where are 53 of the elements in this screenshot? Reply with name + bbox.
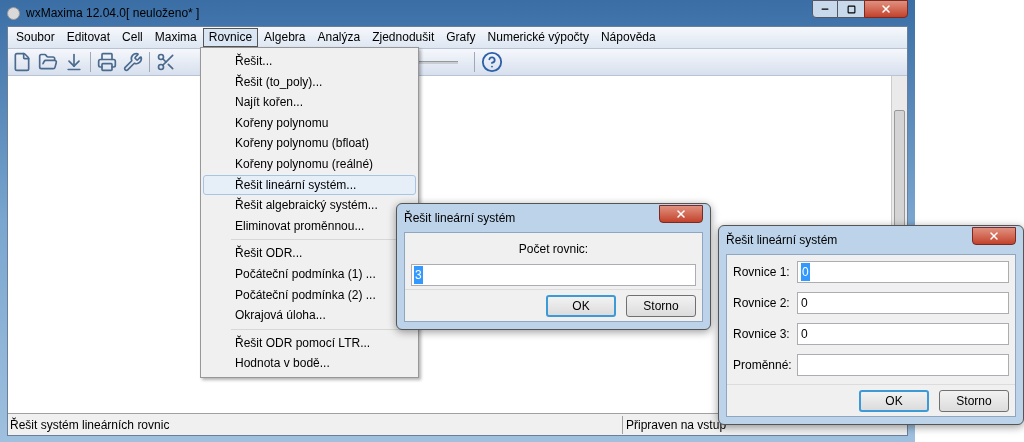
menu-item[interactable]: Kořeny polynomu (bfloat) [203, 133, 416, 154]
app-icon [7, 6, 20, 20]
folder-icon[interactable] [38, 52, 58, 72]
menu-item[interactable]: Řešit (to_poly)... [203, 71, 416, 93]
scissors-icon[interactable] [156, 52, 176, 72]
download-icon[interactable] [64, 52, 84, 72]
menu-item[interactable]: Řešit lineární systém... [203, 174, 416, 196]
dialog-button[interactable]: Storno [939, 389, 1009, 412]
close-icon [880, 3, 892, 15]
window-title: wxMaxima 12.04.0[ neuloženo* ] [26, 5, 200, 22]
help-icon[interactable] [481, 51, 503, 73]
field-label: Proměnné: [733, 357, 793, 374]
field-label: Rovnice 2: [733, 295, 791, 312]
close-icon [988, 230, 1000, 242]
menu-item[interactable]: Řešit... [203, 51, 416, 72]
menu-item[interactable]: Numerické výpočty [481, 28, 595, 47]
close-button[interactable] [659, 205, 703, 223]
menu-item[interactable]: Rovnice [202, 28, 259, 47]
menu-item[interactable]: Soubor [10, 28, 61, 47]
menu-item[interactable]: Analýza [311, 28, 367, 47]
dialog-title: Řešit lineární systém [726, 231, 838, 249]
close-button[interactable] [972, 227, 1016, 245]
dialog-button[interactable]: OK [859, 389, 929, 412]
menu-item[interactable]: Najít kořen... [203, 92, 416, 113]
maximize-icon [846, 4, 856, 14]
close-icon [675, 208, 687, 220]
minimize-button[interactable] [812, 0, 838, 18]
close-button[interactable] [864, 0, 908, 18]
wrench-icon[interactable] [123, 52, 143, 72]
menu-item[interactable]: Algebra [258, 28, 312, 47]
field-label: Rovnice 1: [733, 264, 791, 281]
menu-item[interactable]: Grafy [440, 28, 482, 47]
new-file-icon[interactable] [12, 52, 32, 72]
menu-item[interactable]: Kořeny polynomu [203, 112, 416, 134]
printer-icon[interactable] [97, 52, 117, 72]
menu-item[interactable]: Řešit ODR pomocí LTR... [203, 332, 416, 354]
menu-item[interactable]: Zjednodušit [366, 28, 441, 47]
input-field[interactable]: 0 [797, 323, 1009, 345]
menu-item[interactable]: Nápověda [594, 28, 662, 47]
dialog-button[interactable]: OK [546, 294, 616, 317]
maximize-button[interactable] [838, 0, 864, 18]
menu-item[interactable]: Hodnota v bodě... [203, 353, 416, 374]
menu-item[interactable]: Cell [116, 28, 149, 47]
field-label: Počet rovnic: [517, 241, 590, 258]
input-field[interactable]: 0 [797, 292, 1009, 314]
menu-item[interactable]: Maxima [148, 28, 203, 47]
field-label: Rovnice 3: [733, 326, 791, 343]
input-field[interactable] [797, 354, 1009, 376]
dialog-title: Řešit lineární systém [404, 209, 516, 227]
dialog-button[interactable]: Storno [626, 294, 696, 317]
menu-item[interactable]: Kořeny polynomu (reálné) [203, 153, 416, 175]
status-message: Řešit systém lineárních rovnic [9, 416, 171, 434]
menu-item[interactable]: Editovat [60, 28, 117, 47]
